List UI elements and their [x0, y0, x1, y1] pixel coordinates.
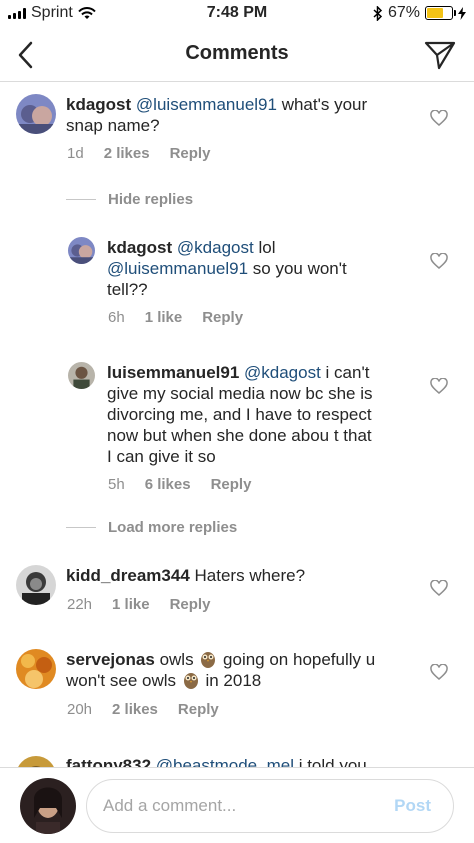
comment-meta: 5h 6 likes Reply: [108, 476, 251, 493]
comment-time: 6h: [108, 309, 125, 326]
heart-icon[interactable]: [430, 664, 448, 680]
send-direct-icon[interactable]: [424, 40, 456, 70]
comment-text: kdagost @luisemmanuel91 what's your snap…: [66, 94, 406, 136]
comment-username[interactable]: kidd_dream344: [66, 566, 190, 585]
avatar[interactable]: [16, 565, 56, 605]
comment-body: tell??: [107, 280, 148, 299]
reply-item: kdagost @kdagost lol @luisemmanuel91 so …: [0, 229, 474, 329]
comment-composer: Add a comment... Post: [0, 767, 474, 843]
comment-text: kdagost @kdagost lol @luisemmanuel91 so …: [107, 237, 417, 300]
comment-time: 22h: [67, 596, 93, 613]
comment-input-placeholder: Add a comment...: [103, 796, 237, 815]
hide-replies-label: Hide replies: [108, 191, 194, 208]
reply-button[interactable]: Reply: [202, 309, 243, 326]
comment-likes[interactable]: 2 likes: [112, 701, 158, 718]
reply-button[interactable]: Reply: [170, 596, 211, 613]
reply-button[interactable]: Reply: [178, 701, 219, 718]
comment-item: kidd_dream344 Haters where? 22h 1 like R…: [0, 561, 474, 631]
comment-mention[interactable]: @kdagost: [177, 238, 254, 257]
comment-mention[interactable]: @luisemmanuel91: [136, 95, 277, 114]
comment-input[interactable]: Add a comment... Post: [86, 779, 454, 833]
comments-list[interactable]: kdagost @luisemmanuel91 what's your snap…: [0, 83, 474, 767]
hide-replies-button[interactable]: Hide replies: [66, 191, 193, 208]
page-title: Comments: [185, 42, 289, 64]
header: Comments: [0, 28, 474, 82]
comment-body: won't see owls: [66, 671, 181, 690]
comment-item: servejonas owls going on hopefully u won…: [0, 645, 474, 725]
comment-text: kidd_dream344 Haters where?: [66, 565, 406, 586]
post-button[interactable]: Post: [394, 796, 431, 816]
comment-username[interactable]: luisemmanuel91: [107, 363, 239, 382]
comment-meta: 1d 2 likes Reply: [67, 145, 210, 162]
divider: [66, 199, 96, 200]
load-more-replies-button[interactable]: Load more replies: [66, 519, 237, 536]
comment-mention[interactable]: @luisemmanuel91: [107, 259, 248, 278]
comment-time: 5h: [108, 476, 125, 493]
comment-username[interactable]: kdagost: [107, 238, 172, 257]
heart-icon[interactable]: [430, 110, 448, 126]
comment-text: fattony832 @beastmode_mel i told you: [66, 755, 416, 767]
comment-text: luisemmanuel91 @kdagost i can't give my …: [107, 362, 427, 467]
comment-body: going on hopefully u: [218, 650, 376, 669]
comment-likes[interactable]: 2 likes: [104, 145, 150, 162]
bluetooth-icon: [373, 5, 383, 21]
charging-icon: [458, 6, 466, 20]
comment-item: fattony832 @beastmode_mel i told you: [0, 752, 474, 767]
avatar[interactable]: [16, 94, 56, 134]
comment-meta: 20h 2 likes Reply: [67, 701, 219, 718]
reply-item: luisemmanuel91 @kdagost i can't give my …: [0, 356, 474, 506]
reply-button[interactable]: Reply: [170, 145, 211, 162]
comment-likes[interactable]: 1 like: [112, 596, 150, 613]
battery-percent: 67%: [387, 4, 420, 21]
avatar[interactable]: [68, 237, 95, 264]
comment-body: lol: [253, 238, 276, 257]
status-right: 67%: [373, 4, 466, 22]
comment-body: i told you: [293, 756, 367, 767]
comment-likes[interactable]: 1 like: [145, 309, 183, 326]
comment-time: 20h: [67, 701, 93, 718]
load-more-replies-label: Load more replies: [108, 519, 238, 536]
comment-body: now but when she done abou t that: [107, 426, 372, 445]
comment-time: 1d: [67, 145, 84, 162]
comment-body: owls: [154, 650, 199, 669]
heart-icon[interactable]: [430, 253, 448, 269]
comment-username[interactable]: fattony832: [66, 756, 151, 767]
current-user-avatar: [20, 778, 76, 834]
comment-body: divorcing me, and I have to respect: [107, 405, 372, 424]
comment-likes[interactable]: 6 likes: [145, 476, 191, 493]
comment-meta: 6h 1 like Reply: [108, 309, 243, 326]
avatar[interactable]: [68, 362, 95, 389]
heart-icon[interactable]: [430, 378, 448, 394]
comment-body: so you won't: [248, 259, 347, 278]
comment-body: i can't: [320, 363, 370, 382]
comment-mention[interactable]: @kdagost: [244, 363, 321, 382]
owl-emoji-icon: [201, 652, 216, 668]
comment-body: Haters where?: [189, 566, 306, 585]
comment-body: what's your: [276, 95, 368, 114]
comment-item: kdagost @luisemmanuel91 what's your snap…: [0, 83, 474, 173]
divider: [66, 527, 96, 528]
comment-username[interactable]: servejonas: [66, 650, 155, 669]
owl-emoji-icon: [183, 673, 198, 689]
comment-username[interactable]: kdagost: [66, 95, 131, 114]
battery-icon: [425, 6, 456, 20]
battery-fill: [427, 8, 444, 18]
status-bar: Sprint 7:48 PM 67%: [0, 0, 474, 28]
reply-button[interactable]: Reply: [211, 476, 252, 493]
comment-mention[interactable]: @beastmode_mel: [156, 756, 294, 767]
comment-body: give my social media now bc she is: [107, 384, 373, 403]
comment-body: snap name?: [66, 116, 160, 135]
comment-meta: 22h 1 like Reply: [67, 596, 210, 613]
comment-text: servejonas owls going on hopefully u won…: [66, 649, 416, 691]
avatar[interactable]: [16, 649, 56, 689]
avatar[interactable]: [16, 756, 56, 767]
comment-body: in 2018: [200, 671, 262, 690]
heart-icon[interactable]: [430, 580, 448, 596]
comment-body: I can give it so: [107, 447, 216, 466]
